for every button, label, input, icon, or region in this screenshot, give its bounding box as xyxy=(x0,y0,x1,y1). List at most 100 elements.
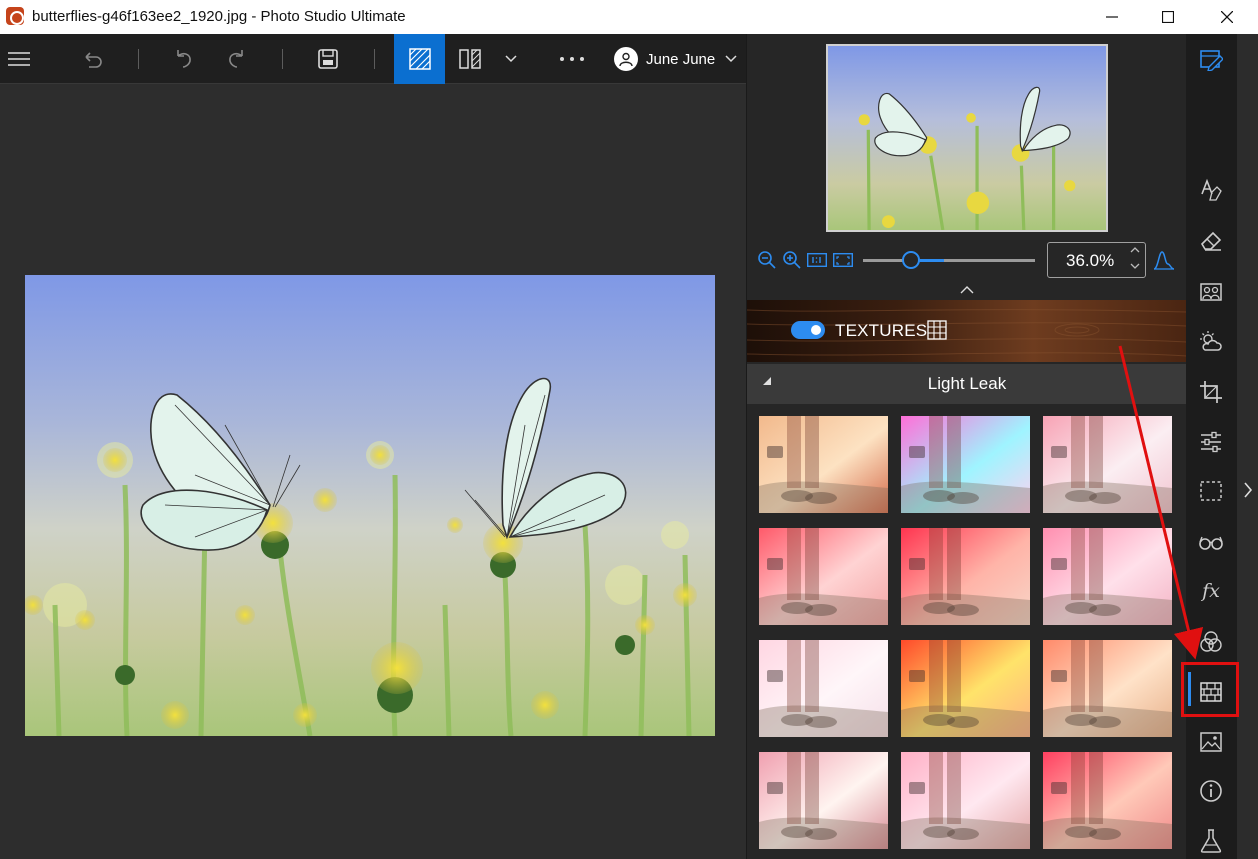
texture-thumbnail[interactable] xyxy=(901,416,1030,513)
compare-view-icon xyxy=(459,49,481,69)
category-header[interactable]: Light Leak xyxy=(747,364,1187,404)
tool-rail: fx xyxy=(1186,34,1258,859)
zoom-bar: 36.0% xyxy=(747,240,1187,280)
texture-thumbnail-grid xyxy=(759,416,1173,859)
user-icon xyxy=(619,52,633,66)
undo-icon xyxy=(177,50,191,68)
more-button[interactable] xyxy=(552,34,592,84)
zoom-stepper[interactable] xyxy=(1127,244,1143,276)
user-name: June June xyxy=(646,50,716,68)
texture-thumbnail[interactable] xyxy=(1043,528,1172,625)
zoom-out-button[interactable] xyxy=(755,248,779,272)
textures-header[interactable]: TEXTURES xyxy=(747,300,1187,362)
rail-adjust[interactable] xyxy=(1196,427,1226,457)
actual-size-icon xyxy=(807,253,827,267)
rail-eraser[interactable] xyxy=(1196,226,1226,256)
chevron-down-icon xyxy=(505,55,517,63)
image-canvas[interactable] xyxy=(0,84,746,859)
window-title: butterflies-g46f163ee2_1920.jpg - Photo … xyxy=(32,8,406,25)
chevron-up-icon[interactable] xyxy=(1129,244,1141,256)
fit-screen-icon xyxy=(833,253,853,267)
more-icon xyxy=(560,57,584,61)
actual-size-button[interactable] xyxy=(805,248,829,272)
texture-thumbnail[interactable] xyxy=(759,752,888,849)
main-photo[interactable] xyxy=(25,275,715,736)
minimize-icon xyxy=(1106,16,1118,18)
color-circles-icon xyxy=(1200,631,1222,652)
zoom-out-icon xyxy=(758,251,776,269)
maximize-icon xyxy=(1162,11,1174,23)
rail-text[interactable] xyxy=(1196,175,1226,205)
navigator-preview[interactable] xyxy=(826,44,1108,232)
crop-icon xyxy=(1200,381,1222,403)
zoom-slider[interactable] xyxy=(863,251,1035,269)
zoom-in-icon xyxy=(783,251,801,269)
undo-all-icon xyxy=(85,52,102,68)
rail-effects[interactable]: fx xyxy=(1196,576,1226,606)
rail-lab[interactable] xyxy=(1196,826,1226,856)
rail-image[interactable] xyxy=(1196,727,1226,757)
textures-toggle[interactable] xyxy=(791,321,825,339)
texture-thumbnail[interactable] xyxy=(901,640,1030,737)
text-icon xyxy=(1201,178,1222,201)
zoom-in-button[interactable] xyxy=(780,248,804,272)
single-view-icon xyxy=(408,48,431,70)
title-bar: butterflies-g46f163ee2_1920.jpg - Photo … xyxy=(0,0,1258,34)
texture-thumbnail[interactable] xyxy=(759,640,888,737)
compare-view-button[interactable] xyxy=(452,34,488,84)
texture-thumbnail[interactable] xyxy=(901,528,1030,625)
textures-grid-icon xyxy=(927,320,947,340)
close-icon xyxy=(1221,11,1233,23)
rail-portrait[interactable] xyxy=(1196,277,1226,307)
texture-thumbnail[interactable] xyxy=(1043,752,1172,849)
textures-panel: 36.0% TEXTURES Light Leak xyxy=(746,34,1187,859)
rail-crop[interactable] xyxy=(1196,377,1226,407)
minimize-button[interactable] xyxy=(1083,0,1141,34)
portrait-icon xyxy=(1200,283,1222,301)
eraser-icon xyxy=(1200,231,1222,251)
adjust-sliders-icon xyxy=(1201,431,1221,453)
weather-icon xyxy=(1200,331,1222,351)
texture-thumbnail[interactable] xyxy=(759,416,888,513)
selection-icon xyxy=(1200,481,1222,501)
texture-thumbnail[interactable] xyxy=(1043,416,1172,513)
single-view-button[interactable] xyxy=(394,34,445,84)
fit-screen-button[interactable] xyxy=(831,248,855,272)
close-button[interactable] xyxy=(1198,0,1256,34)
textures-label: TEXTURES xyxy=(835,321,928,340)
chevron-down-icon[interactable] xyxy=(1129,260,1141,272)
app-logo-icon xyxy=(6,7,24,25)
annotation-highlight-box xyxy=(1181,662,1239,717)
rail-selection[interactable] xyxy=(1196,476,1226,506)
rail-info[interactable] xyxy=(1196,776,1226,806)
image-icon xyxy=(1200,732,1222,752)
avatar xyxy=(614,47,638,71)
undo-all-button[interactable] xyxy=(72,34,112,84)
redo-button[interactable] xyxy=(216,34,256,84)
zoom-value: 36.0% xyxy=(1066,251,1115,270)
chevron-down-icon xyxy=(725,55,737,63)
histogram-button[interactable] xyxy=(1152,248,1176,272)
rail-weather[interactable] xyxy=(1196,327,1226,357)
zoom-slider-handle[interactable] xyxy=(902,251,920,269)
texture-thumbnail[interactable] xyxy=(1043,640,1172,737)
texture-thumbnail[interactable] xyxy=(901,752,1030,849)
lab-flask-icon xyxy=(1200,829,1222,853)
fx-icon: fx xyxy=(1202,580,1220,602)
rail-color[interactable] xyxy=(1196,627,1226,657)
user-menu[interactable]: June June xyxy=(614,47,737,71)
rail-edit[interactable] xyxy=(1196,44,1226,74)
rail-glasses[interactable] xyxy=(1196,527,1226,557)
redo-icon xyxy=(229,50,243,68)
save-button[interactable] xyxy=(308,34,348,84)
save-icon xyxy=(318,49,338,69)
chevron-right-icon[interactable] xyxy=(1243,481,1253,499)
collapse-navigator-button[interactable] xyxy=(957,282,977,298)
undo-button[interactable] xyxy=(164,34,204,84)
main-toolbar: June June xyxy=(0,34,746,84)
texture-thumbnail[interactable] xyxy=(759,528,888,625)
view-mode-dropdown[interactable] xyxy=(498,34,524,84)
menu-button[interactable] xyxy=(0,34,38,84)
maximize-button[interactable] xyxy=(1139,0,1197,34)
rail-expand-strip[interactable] xyxy=(1237,34,1258,859)
